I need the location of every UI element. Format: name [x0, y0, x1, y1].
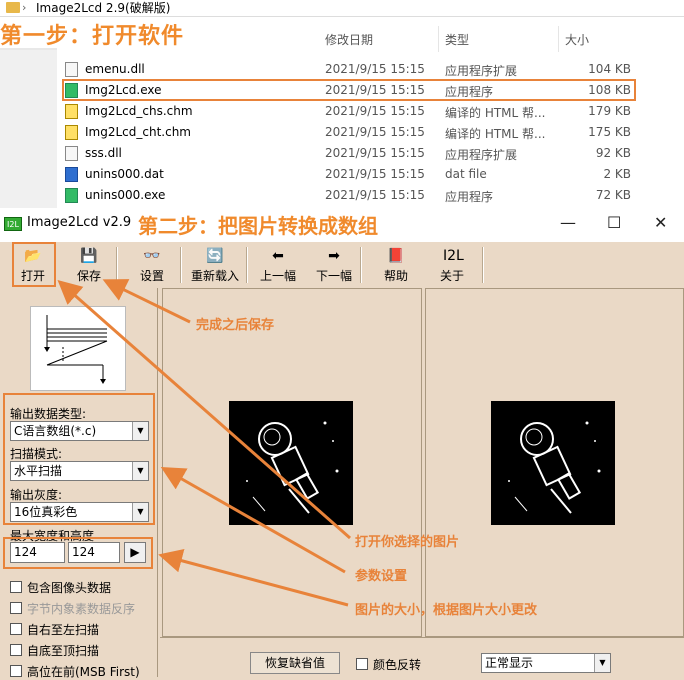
save-note: 完成之后保存 [196, 318, 275, 333]
annotation-arrows [57, 279, 351, 607]
arrow-save [102, 279, 191, 324]
arrow-params [160, 467, 346, 574]
open-note: 打开你选择的图片 [355, 535, 460, 550]
size-note: 图片的大小，根据图片大小更改 [355, 603, 538, 618]
params-note: 参数设置 [355, 569, 408, 584]
arrow-size [158, 549, 349, 607]
